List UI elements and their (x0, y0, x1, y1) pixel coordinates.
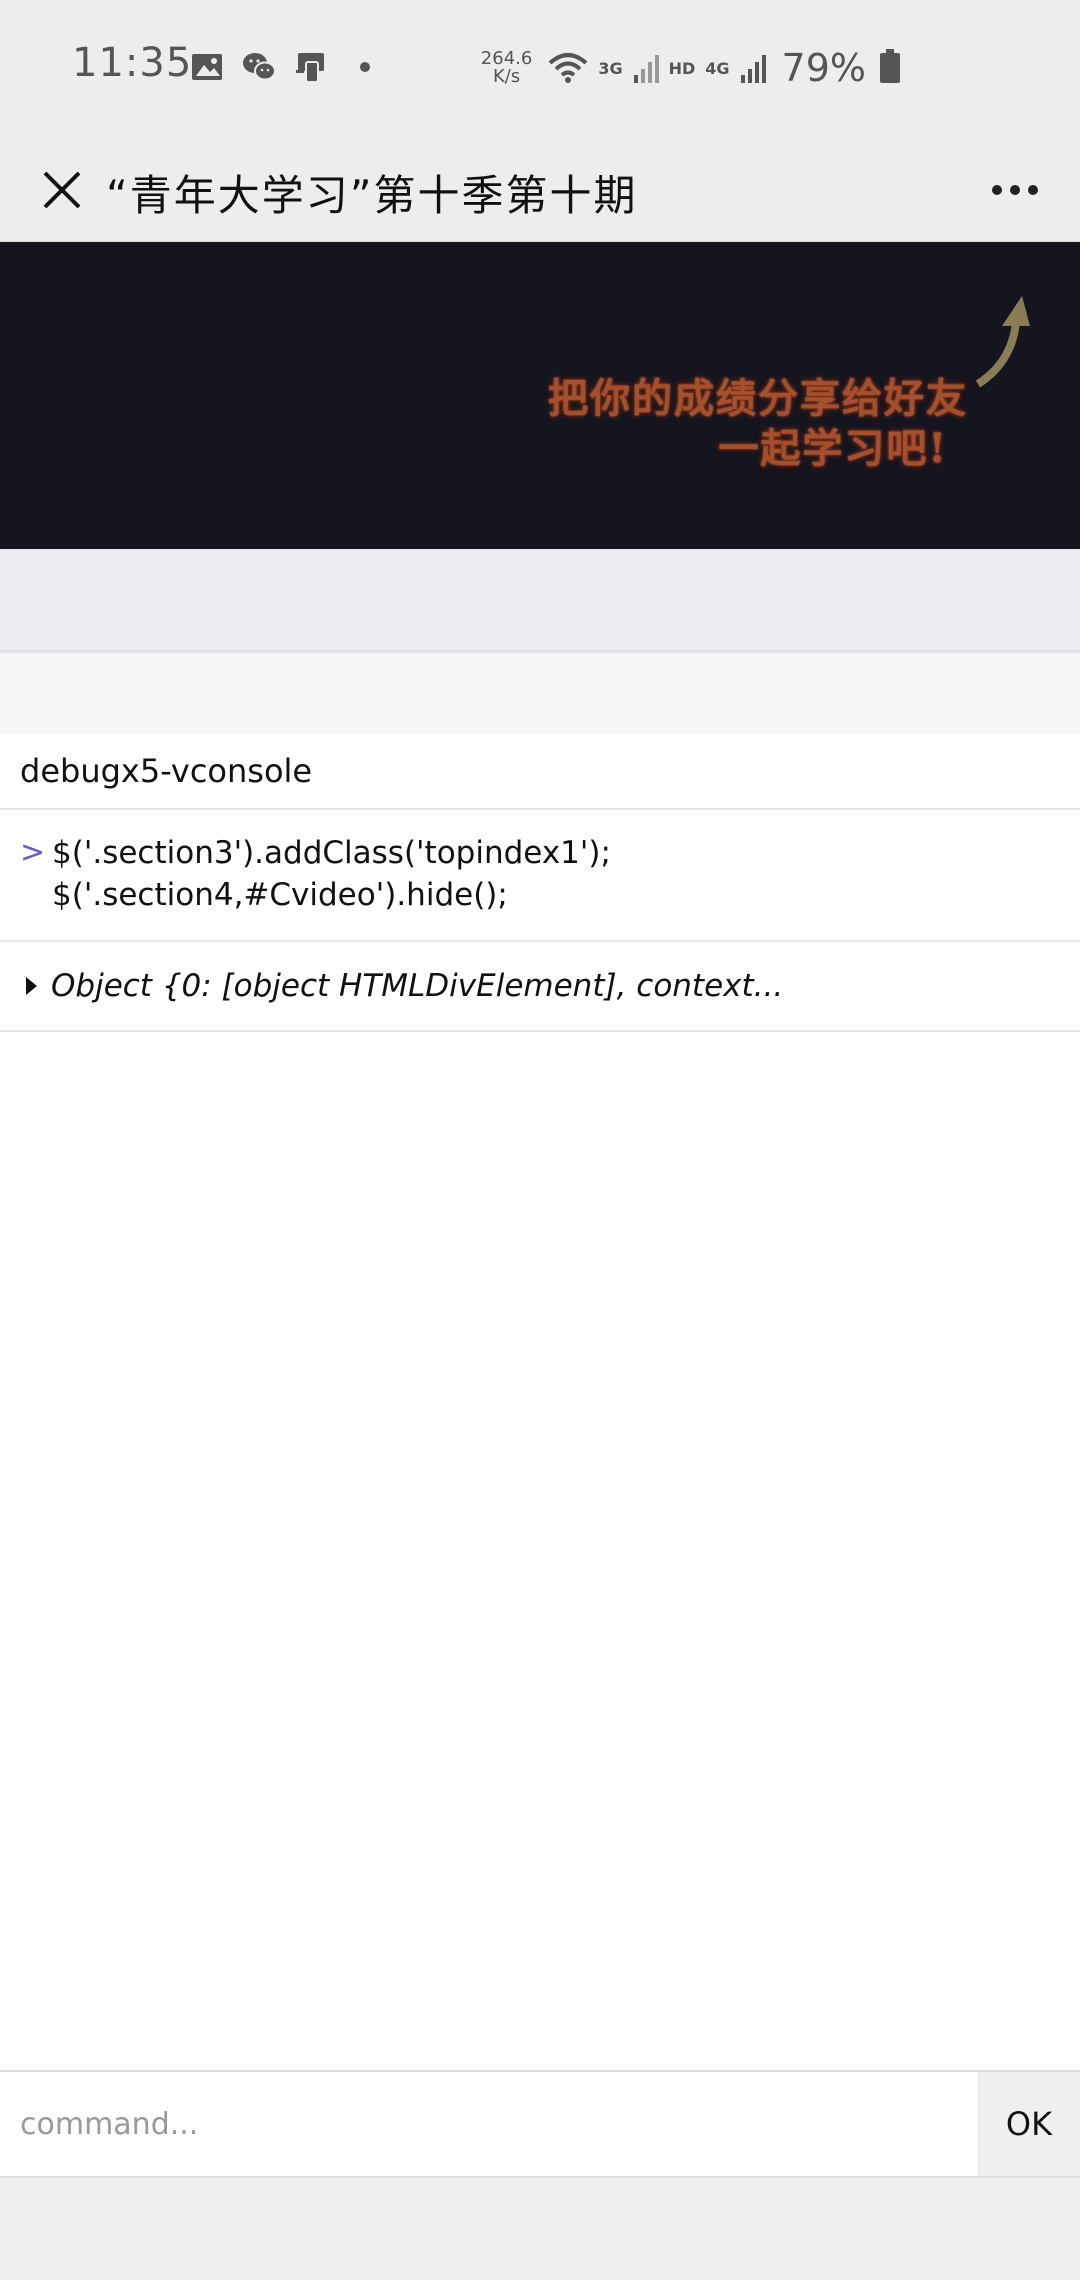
log-output-text: Object {0: [object HTMLDivElement], cont… (51, 968, 784, 1004)
wifi-icon (549, 53, 588, 83)
ok-button[interactable]: OK (978, 2072, 1080, 2176)
more-icon (1028, 185, 1038, 195)
battery-percent: 79% (781, 46, 866, 90)
code-lines: $('.section3').addClass('topindex1'); $(… (52, 832, 611, 918)
notification-icons (190, 50, 370, 84)
wechat-icon (243, 53, 276, 81)
more-icon (1010, 185, 1020, 195)
close-button[interactable] (30, 158, 94, 222)
title-bar: “青年大学习”第十季第十期 (0, 140, 1080, 242)
console-top-spacer (0, 654, 1080, 734)
prompt-sign: > (20, 835, 46, 870)
log-input-entry: > $('.section3').addClass('topindex1'); … (0, 810, 1080, 942)
close-icon (43, 171, 81, 209)
network-4g-label: 4G (705, 58, 730, 78)
log-output-entry[interactable]: Object {0: [object HTMLDivElement], cont… (0, 942, 1080, 1032)
status-time: 11:35 (72, 40, 193, 86)
status-indicators: 264.6 K/s 3G HD 4G 79% (481, 46, 900, 90)
curved-arrow-icon (975, 296, 1030, 388)
banner-text-line2: 一起学习吧! (718, 425, 948, 472)
more-options-button[interactable] (980, 158, 1050, 222)
more-notifications-dot (360, 62, 370, 72)
code-line: $('.section4,#Cvideo').hide(); (52, 877, 508, 913)
command-bar: OK (0, 2070, 1080, 2178)
share-banner: 把你的成绩分享给好友 一起学习吧! (0, 242, 1080, 549)
signal-3g-icon (633, 55, 659, 83)
code-line: $('.section3').addClass('topindex1'); (52, 835, 611, 871)
command-input[interactable] (0, 2072, 978, 2176)
hd-label: HD (668, 58, 696, 78)
net-speed: 264.6 K/s (481, 50, 533, 86)
net-speed-unit: K/s (492, 66, 521, 87)
vconsole-panel: debugx5-vconsole > $('.section3').addCla… (0, 734, 1080, 2070)
console-header: debugx5-vconsole (0, 734, 1080, 810)
gallery-icon (192, 54, 222, 80)
device-icon (296, 53, 324, 83)
expand-caret-icon[interactable] (26, 977, 37, 995)
signal-4g-icon (740, 55, 766, 83)
battery-icon (880, 49, 900, 83)
network-3g-label: 3G (598, 58, 623, 78)
page-spacer (0, 549, 1080, 652)
page-title: “青年大学习”第十季第十期 (106, 171, 638, 220)
more-icon (992, 185, 1002, 195)
bottom-area (0, 2178, 1080, 2280)
status-bar: 11:35 264.6 K/s 3G HD 4G 79% (0, 0, 1080, 140)
